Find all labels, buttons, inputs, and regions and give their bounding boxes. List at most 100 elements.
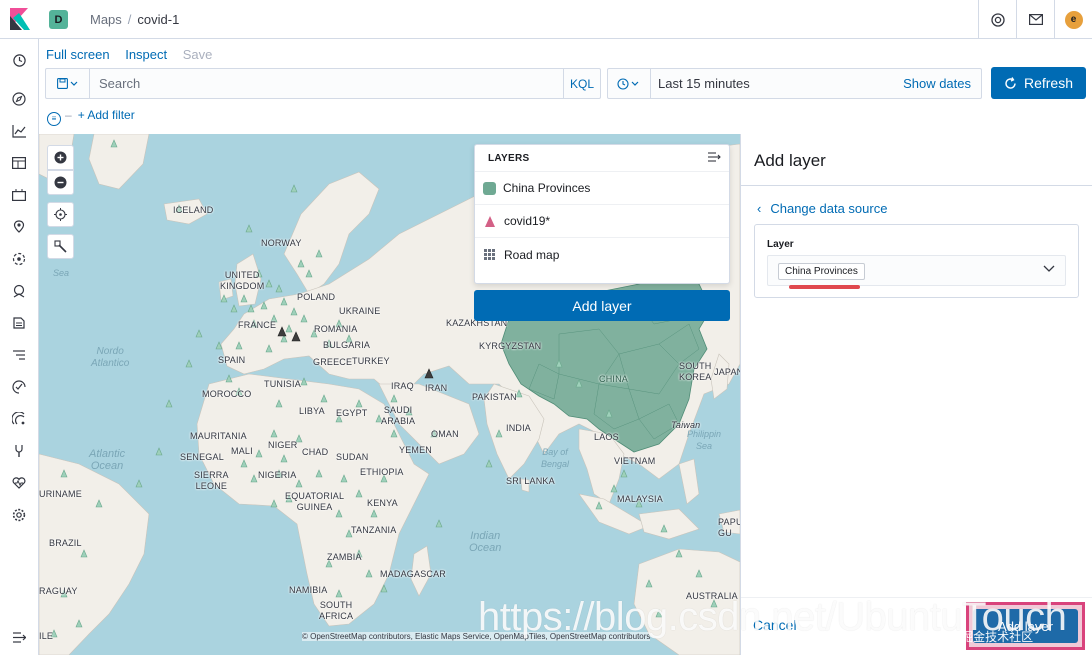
kql-toggle[interactable]: KQL — [563, 69, 600, 98]
layer-item[interactable]: China Provinces — [475, 172, 729, 205]
avatar[interactable]: e — [1064, 10, 1083, 29]
map-label: MALAYSIA — [617, 494, 663, 504]
ocean-label: Sea — [53, 268, 70, 278]
layer-name: Road map — [504, 247, 560, 262]
watermark-credit: @稀土掘金技术社区 — [925, 630, 1034, 644]
change-data-source-link[interactable]: ‹ Change data source — [757, 201, 887, 216]
flyout-title: Add layer — [754, 151, 826, 170]
help-icon[interactable] — [978, 0, 1016, 39]
time-range-label[interactable]: Last 15 minutes — [658, 76, 750, 91]
siem-icon[interactable] — [11, 411, 27, 427]
chevron-down-icon — [1043, 262, 1055, 276]
change-data-source-label: Change data source — [770, 201, 888, 216]
logs-icon[interactable] — [11, 315, 27, 331]
recent-icon[interactable] — [11, 52, 27, 68]
side-nav — [0, 39, 39, 655]
devtools-icon[interactable] — [11, 443, 27, 459]
map-label: LIBYA — [299, 406, 325, 416]
point-marker-icon — [485, 215, 495, 227]
layer-item[interactable]: Road map — [475, 238, 729, 271]
map-label: LAOS — [594, 432, 619, 442]
full-screen-link[interactable]: Full screen — [46, 47, 110, 62]
metrics-icon[interactable] — [11, 283, 27, 299]
quick-select-button[interactable] — [608, 69, 651, 98]
refresh-button[interactable]: Refresh — [991, 67, 1086, 99]
map-label: MOROCCO — [202, 389, 252, 399]
add-layer-button[interactable]: Add layer — [474, 290, 730, 321]
user-menu[interactable]: e — [1054, 0, 1092, 39]
layer-name: China Provinces — [503, 181, 591, 195]
kibana-logo-icon[interactable] — [10, 8, 30, 30]
map-label: URINAME — [39, 489, 82, 499]
map-label: TURKEY — [352, 356, 390, 366]
refresh-label: Refresh — [1023, 75, 1074, 91]
map-label: KYRGYZSTAN — [479, 341, 542, 351]
map-label: TANZANIA — [351, 525, 397, 535]
ocean-label: Indian Ocean — [469, 530, 502, 554]
map-label: EQUATORIAL GUINEA — [285, 491, 345, 512]
add-layer-flyout: Add layer ‹ Change data source Layer Chin… — [740, 134, 1092, 655]
maps-icon[interactable] — [11, 219, 27, 235]
ml-icon[interactable] — [11, 251, 27, 267]
apm-icon[interactable] — [11, 347, 27, 363]
newsfeed-icon[interactable] — [1016, 0, 1054, 39]
map-label: MALI — [231, 446, 253, 456]
management-gear-icon[interactable] — [11, 507, 27, 523]
ocean-label: Nordo Atlantico — [91, 346, 130, 369]
map-label: CHAD — [302, 447, 329, 457]
add-filter-link[interactable]: + Add filter — [78, 108, 135, 122]
layer-item[interactable]: covid19* — [475, 205, 729, 238]
search-input[interactable]: Search — [99, 76, 140, 91]
map-label: RAGUAY — [39, 586, 78, 596]
breadcrumb-maps[interactable]: Maps — [90, 12, 122, 27]
inspect-link[interactable]: Inspect — [125, 47, 167, 62]
save-link: Save — [182, 47, 213, 62]
collapse-nav-icon[interactable] — [11, 629, 27, 645]
map-label: PAKISTAN — [472, 392, 517, 402]
refresh-icon — [1005, 76, 1016, 89]
map-label: NIGERIA — [258, 470, 297, 480]
show-dates-link[interactable]: Show dates — [903, 76, 971, 91]
clock-icon — [617, 77, 639, 90]
map-label: MADAGASCAR — [380, 569, 447, 579]
layers-panel: LAYERS China Provinces covid19* Road map — [474, 144, 730, 284]
map-label: INDIA — [506, 423, 532, 433]
zoom-in-button[interactable] — [47, 145, 74, 170]
uptime-icon[interactable] — [11, 379, 27, 395]
tools-button[interactable] — [47, 234, 74, 259]
chevron-left-icon: ‹ — [757, 201, 762, 216]
breadcrumb: Maps / covid-1 — [90, 12, 180, 27]
plus-icon — [54, 151, 67, 164]
map-label: SRI LANKA — [506, 476, 555, 486]
tile-grid-icon — [484, 249, 495, 260]
collapse-layers-icon[interactable] — [708, 152, 721, 165]
dashboard-icon[interactable] — [11, 155, 27, 171]
fit-to-data-button[interactable] — [47, 202, 74, 227]
map-label: NORWAY — [261, 238, 302, 248]
map-label: SAUDI ARABIA — [381, 405, 416, 426]
map-label: NIGER — [268, 440, 298, 450]
canvas-icon[interactable] — [11, 187, 27, 203]
filter-bar: ≡ – + Add filter — [47, 108, 135, 126]
map-label: CHINA — [599, 374, 629, 384]
map-label: SOUTH KOREA — [679, 361, 712, 382]
map-label: JAPAN — [714, 367, 740, 377]
selected-layer-chip: China Provinces — [778, 263, 865, 280]
map-label: KENYA — [367, 498, 398, 508]
top-nav-menu: Full screen Inspect Save — [46, 47, 224, 62]
zoom-out-button[interactable] — [47, 170, 74, 195]
map-label: SENEGAL — [180, 452, 224, 462]
discover-icon[interactable] — [11, 91, 27, 107]
map-label: SPAIN — [218, 355, 246, 365]
visualize-icon[interactable] — [11, 123, 27, 139]
layer-field-label: Layer — [767, 239, 794, 250]
filter-options-icon[interactable]: ≡ — [47, 112, 61, 126]
layer-select[interactable]: China Provinces — [767, 255, 1066, 286]
ocean-label: Philippin Sea — [687, 429, 722, 451]
saved-query-button[interactable] — [46, 69, 90, 98]
map-label: ZAMBIA — [327, 552, 362, 562]
map-label: FRANCE — [238, 320, 277, 330]
space-avatar[interactable]: D — [49, 10, 68, 29]
map-label: UNITED KINGDOM — [220, 270, 265, 291]
monitoring-icon[interactable] — [11, 475, 27, 491]
